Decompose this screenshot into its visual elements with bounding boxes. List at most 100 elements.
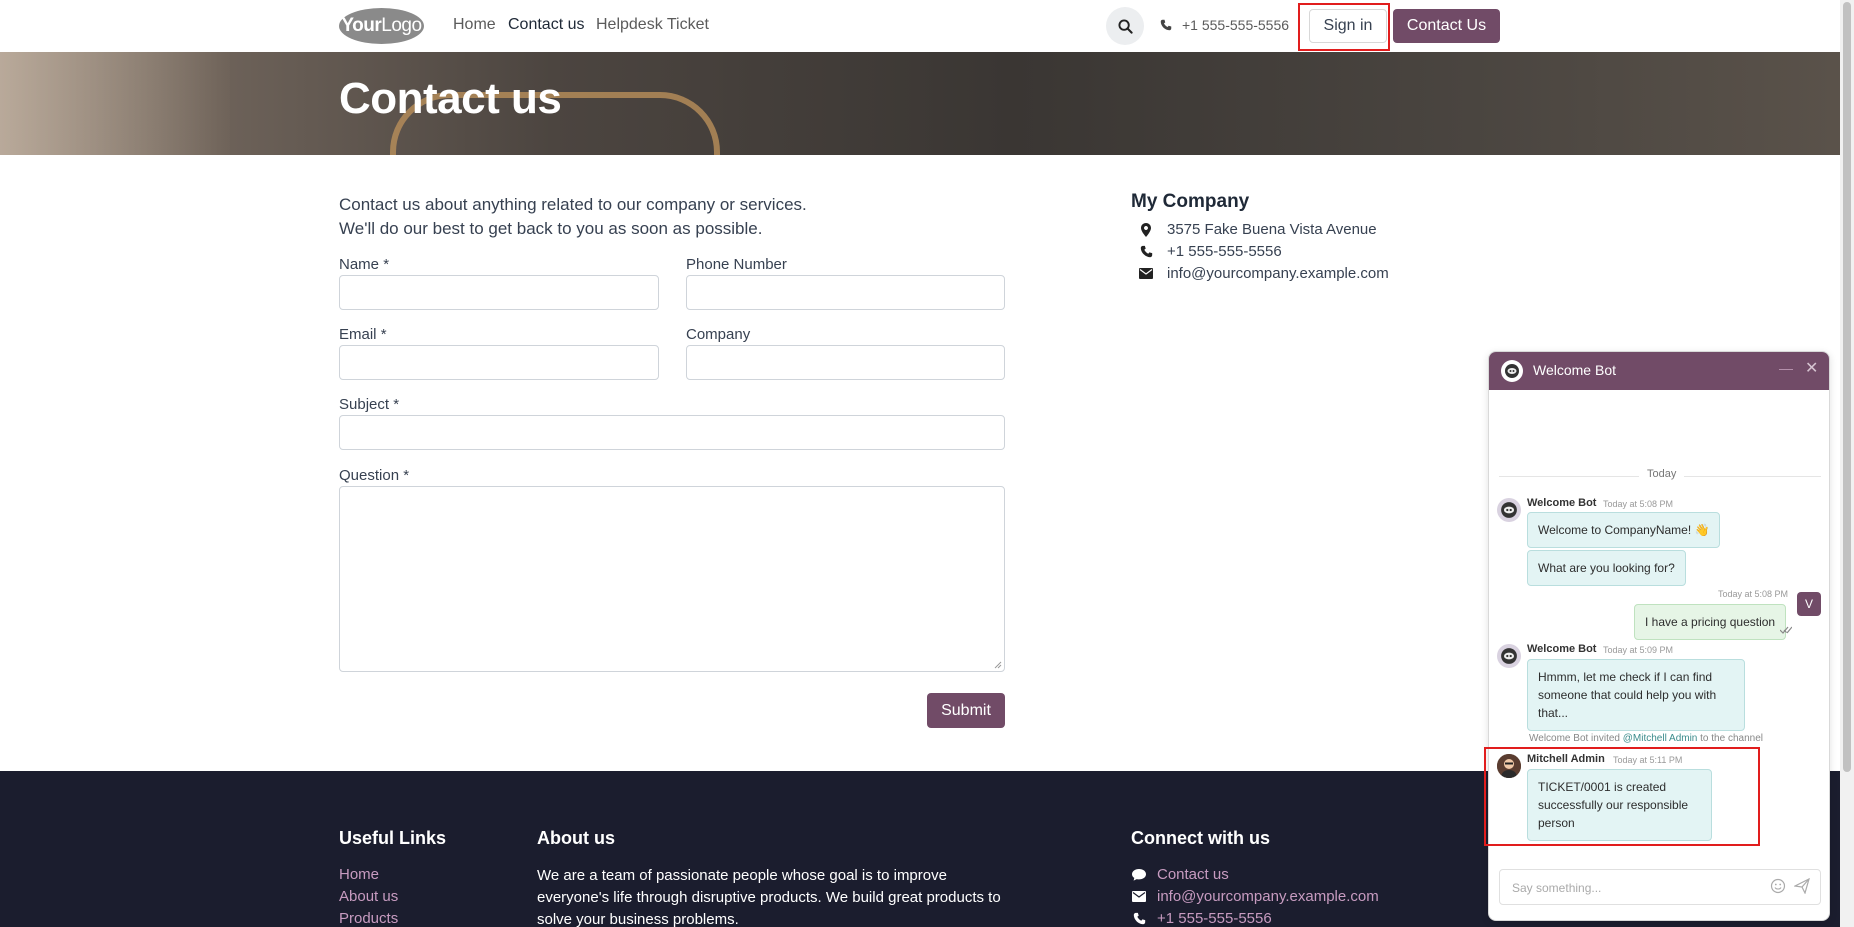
nav-home[interactable]: Home	[453, 16, 496, 34]
footer-link-products[interactable]: Products	[339, 910, 398, 927]
page-banner: Contact us	[0, 52, 1840, 155]
search-icon	[1117, 18, 1133, 34]
logo-text-light: Logo	[381, 15, 422, 36]
company-label-text: Company	[686, 326, 751, 343]
phone-label: Phone Number	[686, 256, 787, 273]
intro-line-2: We'll do our best to get back to you as …	[339, 219, 763, 238]
message-time: Today at 5:09 PM	[1603, 645, 1674, 655]
nav-contact-us[interactable]: Contact us	[508, 16, 584, 34]
message-author: Welcome Bot	[1527, 497, 1597, 509]
bot-avatar	[1497, 498, 1521, 522]
question-label: Question *	[339, 467, 409, 484]
minimize-icon[interactable]: —	[1779, 360, 1793, 376]
required-mark: *	[393, 396, 400, 413]
connect-phone-link[interactable]: +1 555-555-5556	[1131, 910, 1272, 927]
required-mark: *	[383, 256, 390, 273]
form-intro: Contact us about anything related to our…	[339, 193, 807, 241]
phone-label-text: Phone Number	[686, 256, 787, 273]
map-marker-icon	[1141, 222, 1151, 237]
email-input[interactable]	[339, 345, 659, 380]
submit-button[interactable]: Submit	[927, 693, 1005, 728]
page-scrollbar-thumb[interactable]	[1843, 2, 1851, 772]
email-label: Email *	[339, 326, 387, 343]
envelope-icon	[1139, 268, 1153, 279]
close-icon[interactable]: ✕	[1805, 358, 1818, 378]
company-input[interactable]	[686, 345, 1005, 380]
invite-prefix: Welcome Bot invited	[1529, 733, 1620, 744]
question-textarea[interactable]	[339, 486, 1005, 672]
invite-mention[interactable]: @Mitchell Admin	[1623, 733, 1698, 744]
company-email-text: info@yourcompany.example.com	[1167, 265, 1389, 282]
about-us-heading: About us	[537, 828, 615, 848]
bot-icon	[1505, 364, 1519, 378]
connect-email-text: info@yourcompany.example.com	[1157, 888, 1379, 905]
name-label-text: Name	[339, 256, 380, 273]
company-name: My Company	[1131, 191, 1250, 212]
required-mark: *	[403, 467, 410, 484]
connect-contact-link[interactable]: Contact us	[1131, 866, 1229, 883]
bot-icon	[1501, 502, 1517, 518]
site-header: YourLogo Home Contact us Helpdesk Ticket…	[0, 0, 1840, 52]
contact-us-button[interactable]: Contact Us	[1393, 9, 1500, 43]
chat-message-input[interactable]: Say something...	[1499, 869, 1821, 905]
sign-in-button[interactable]: Sign in	[1309, 9, 1387, 43]
livechat-title: Welcome Bot	[1533, 362, 1616, 378]
visitor-avatar: V	[1797, 592, 1821, 616]
email-label-text: Email	[339, 326, 377, 343]
subject-label: Subject *	[339, 396, 399, 413]
emoji-icon[interactable]	[1770, 878, 1786, 894]
phone-icon	[1133, 912, 1145, 925]
message-author: Welcome Bot	[1527, 643, 1597, 655]
footer-link-about-us[interactable]: About us	[339, 888, 398, 905]
required-mark: *	[380, 326, 387, 343]
company-address-text: 3575 Fake Buena Vista Avenue	[1167, 221, 1377, 238]
question-label-text: Question	[339, 467, 400, 484]
header-phone[interactable]: +1 555-555-5556	[1160, 17, 1289, 33]
connect-email-link[interactable]: info@yourcompany.example.com	[1131, 888, 1379, 905]
phone-icon	[1160, 19, 1172, 31]
banner-curtain	[0, 52, 230, 155]
resize-handle-icon[interactable]	[994, 661, 1002, 669]
name-label: Name *	[339, 256, 389, 273]
day-separator: Today	[1639, 468, 1685, 480]
highlight-ticket-message	[1484, 747, 1760, 846]
page-title: Contact us	[339, 74, 562, 123]
intro-line-1: Contact us about anything related to our…	[339, 195, 807, 214]
company-email: info@yourcompany.example.com	[1139, 265, 1389, 282]
company-phone: +1 555-555-5556	[1139, 243, 1282, 260]
subject-input[interactable]	[339, 415, 1005, 450]
footer-link-home[interactable]: Home	[339, 866, 379, 883]
logo-text-bold: Your	[341, 15, 382, 36]
seen-check-icon	[1780, 626, 1792, 634]
invite-notice: Welcome Bot invited @Mitchell Admin to t…	[1529, 733, 1763, 744]
company-phone-text: +1 555-555-5556	[1167, 243, 1282, 260]
message-bubble: What are you looking for?	[1527, 550, 1686, 586]
search-button[interactable]	[1106, 7, 1144, 45]
envelope-icon	[1132, 891, 1146, 902]
company-logo[interactable]: YourLogo	[339, 8, 424, 44]
message-time: Today at 5:08 PM	[1603, 499, 1674, 509]
subject-label-text: Subject	[339, 396, 390, 413]
phone-icon	[1140, 245, 1152, 258]
chat-input-placeholder: Say something...	[1512, 881, 1602, 895]
bot-avatar	[1497, 644, 1521, 668]
livechat-header[interactable]: Welcome Bot — ✕	[1489, 352, 1829, 390]
chat-bubble-icon	[1132, 868, 1146, 881]
nav-helpdesk-ticket[interactable]: Helpdesk Ticket	[596, 16, 709, 34]
connect-phone-text: +1 555-555-5556	[1157, 910, 1272, 927]
connect-heading: Connect with us	[1131, 828, 1270, 848]
message-bubble: Welcome to CompanyName! 👋	[1527, 512, 1721, 548]
bot-icon	[1501, 648, 1517, 664]
about-us-text: We are a team of passionate people whose…	[537, 867, 1001, 927]
header-phone-text: +1 555-555-5556	[1182, 17, 1290, 33]
invite-suffix: to the channel	[1700, 733, 1763, 744]
company-label: Company	[686, 326, 750, 343]
name-input[interactable]	[339, 275, 659, 310]
bot-avatar	[1501, 360, 1523, 382]
phone-input[interactable]	[686, 275, 1005, 310]
send-icon[interactable]	[1794, 878, 1810, 894]
message-bubble: Hmmm, let me check if I can find someone…	[1527, 659, 1745, 731]
company-address: 3575 Fake Buena Vista Avenue	[1139, 221, 1377, 238]
message-bubble: I have a pricing question	[1634, 604, 1787, 640]
message-time: Today at 5:08 PM	[1718, 589, 1789, 599]
